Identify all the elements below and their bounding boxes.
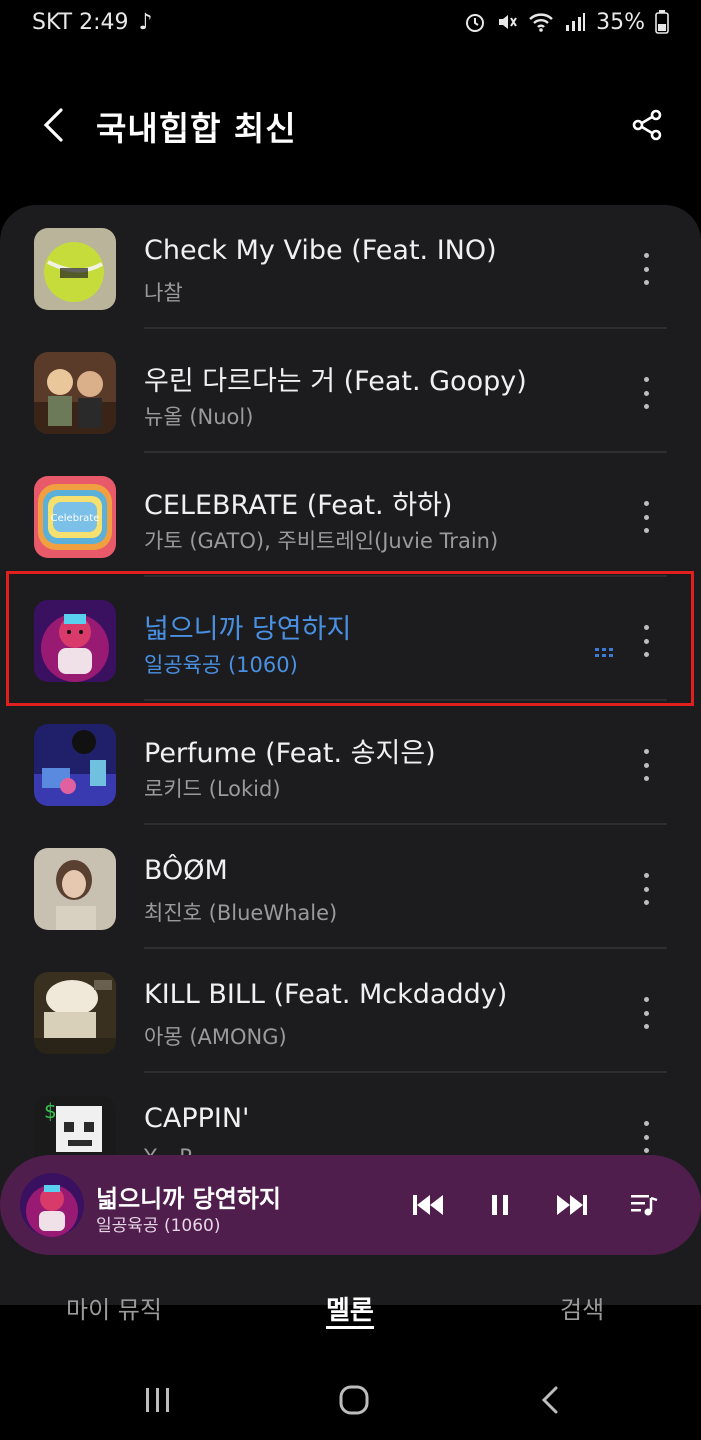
music-note-icon: ♪: [138, 9, 153, 35]
track-list[interactable]: Check My Vibe (Feat. INO) 나찰 우린 다르다는 거 (…: [0, 205, 701, 1305]
svg-text:$: $: [44, 1099, 57, 1123]
more-options-icon[interactable]: [631, 497, 661, 537]
now-playing-equalizer-icon: [595, 633, 617, 657]
mini-player-album-art[interactable]: [20, 1173, 84, 1237]
chevron-left-icon[interactable]: [28, 100, 78, 150]
track-title: Check My Vibe (Feat. INO): [144, 235, 497, 266]
album-art: [34, 724, 116, 806]
bottom-tabs: 마이 뮤직 멜론 검색: [0, 1270, 701, 1350]
album-art: [34, 600, 116, 682]
playlist-icon[interactable]: [624, 1185, 664, 1225]
page-title: 국내힙합 최신: [96, 109, 297, 148]
album-art: [34, 972, 116, 1054]
tab-my-music[interactable]: 마이 뮤직: [66, 1290, 162, 1325]
track-title: CAPPIN': [144, 1103, 250, 1134]
track-title: 우린 다르다는 거 (Feat. Goopy): [144, 366, 527, 397]
svg-text:Celebrate: Celebrate: [51, 513, 100, 524]
album-art: [34, 352, 116, 434]
share-icon[interactable]: [623, 100, 673, 150]
status-bar: SKT 2:49 ♪ 35%: [0, 0, 701, 44]
track-row[interactable]: KILL BILL (Feat. Mckdaddy) 아몽 (AMONG): [0, 949, 701, 1073]
wifi-icon: [528, 11, 554, 33]
home-icon[interactable]: [329, 1380, 379, 1420]
mini-player-title: 넓으니까 당연하지: [96, 1185, 281, 1213]
battery-icon: [655, 10, 669, 34]
album-art: [34, 228, 116, 310]
more-options-icon[interactable]: [631, 621, 661, 661]
track-row[interactable]: Check My Vibe (Feat. INO) 나찰: [0, 205, 701, 329]
recent-apps-icon[interactable]: [133, 1380, 183, 1420]
track-title: KILL BILL (Feat. Mckdaddy): [144, 979, 508, 1010]
track-artist: 가토 (GATO), 주비트레인(Juvie Train): [144, 529, 499, 553]
back-icon[interactable]: [525, 1380, 575, 1420]
track-title: CELEBRATE (Feat. 하하): [144, 490, 453, 521]
mute-icon: [496, 11, 518, 33]
track-artist: 나찰: [144, 281, 183, 305]
track-title: BÔØM: [144, 855, 228, 886]
track-artist: 일공육공 (1060): [144, 653, 298, 677]
track-row[interactable]: Perfume (Feat. 송지은) 로키드 (Lokid): [0, 701, 701, 825]
more-options-icon[interactable]: [631, 373, 661, 413]
active-tab-indicator: [326, 1326, 374, 1329]
system-navigation-bar: [0, 1360, 701, 1440]
battery-percent: 35%: [596, 9, 645, 35]
alarm-icon: [464, 11, 486, 33]
track-artist: 뉴올 (Nuol): [144, 405, 254, 429]
album-art: Celebrate: [34, 476, 116, 558]
track-row-playing[interactable]: 넓으니까 당연하지 일공육공 (1060): [0, 577, 701, 701]
header: 국내힙합 최신: [0, 80, 701, 170]
tab-search[interactable]: 검색: [560, 1290, 604, 1325]
mini-player[interactable]: 넓으니까 당연하지 일공육공 (1060): [0, 1155, 701, 1255]
track-row[interactable]: 우린 다르다는 거 (Feat. Goopy) 뉴올 (Nuol): [0, 329, 701, 453]
signal-icon: [564, 11, 586, 33]
track-row[interactable]: Celebrate CELEBRATE (Feat. 하하) 가토 (GATO)…: [0, 453, 701, 577]
next-icon[interactable]: [552, 1185, 592, 1225]
track-artist: 최진호 (BlueWhale): [144, 901, 338, 925]
track-artist: 아몽 (AMONG): [144, 1025, 287, 1049]
pause-icon[interactable]: [480, 1185, 520, 1225]
tab-melon[interactable]: 멜론: [326, 1290, 374, 1327]
more-options-icon[interactable]: [631, 993, 661, 1033]
mini-player-artist: 일공육공 (1060): [96, 1216, 221, 1236]
track-row[interactable]: BÔØM 최진호 (BlueWhale): [0, 825, 701, 949]
more-options-icon[interactable]: [631, 1117, 661, 1157]
more-options-icon[interactable]: [631, 869, 661, 909]
previous-icon[interactable]: [408, 1185, 448, 1225]
track-title: 넓으니까 당연하지: [144, 614, 352, 645]
more-options-icon[interactable]: [631, 249, 661, 289]
carrier-time: SKT 2:49: [32, 9, 129, 35]
track-title: Perfume (Feat. 송지은): [144, 738, 436, 769]
more-options-icon[interactable]: [631, 745, 661, 785]
album-art: [34, 848, 116, 930]
track-artist: 로키드 (Lokid): [144, 777, 281, 801]
